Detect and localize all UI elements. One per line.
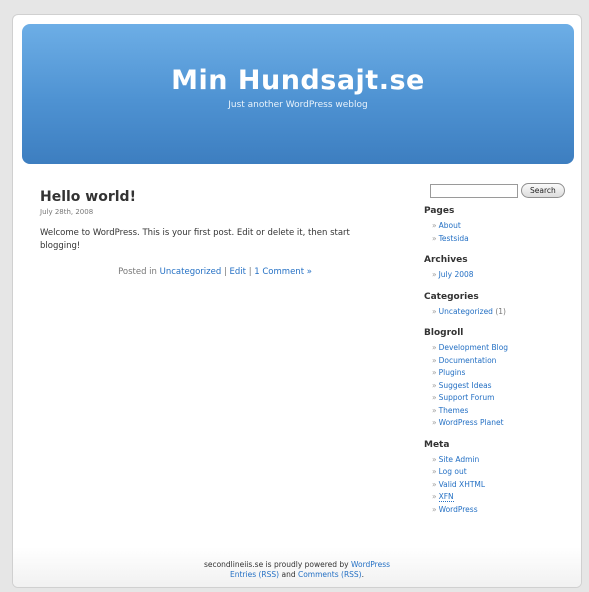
list-item: » Support Forum	[432, 392, 574, 405]
list-item: » Log out	[432, 466, 574, 479]
blog-description: Just another WordPress weblog	[228, 100, 368, 110]
list-item: » Valid XHTML	[432, 479, 574, 492]
bullet: »	[432, 355, 437, 365]
page-link-testsida[interactable]: Testsida	[439, 234, 469, 243]
footer-line-1: secondlineiis.se is proudly powered by W…	[13, 560, 581, 570]
blogroll-link-wordpress-planet[interactable]: WordPress Planet	[439, 418, 504, 427]
footer-line-2: Entries (RSS) and Comments (RSS).	[13, 570, 581, 580]
entries-rss-link[interactable]: Entries (RSS)	[230, 570, 279, 579]
pages-list: » About » Testsida	[424, 220, 574, 245]
category-link[interactable]: Uncategorized	[160, 267, 222, 277]
bullet: »	[432, 306, 437, 316]
archives-list: » July 2008	[424, 269, 574, 282]
post: Hello world! July 28th, 2008 Welcome to …	[40, 189, 390, 277]
archives-heading: Archives	[424, 255, 468, 265]
list-item: » About	[432, 220, 574, 233]
blogroll-link-development-blog[interactable]: Development Blog	[439, 343, 508, 352]
bullet: »	[432, 418, 437, 427]
blog-title[interactable]: Min Hundsajt.se	[22, 65, 574, 96]
page-link-about[interactable]: About	[439, 221, 461, 230]
bullet: »	[432, 492, 437, 501]
comments-link[interactable]: 1 Comment »	[254, 267, 312, 277]
main-content: Hello world! July 28th, 2008 Welcome to …	[40, 189, 390, 277]
blog-header: Min Hundsajt.se Just another WordPress w…	[22, 24, 574, 164]
bullet: »	[432, 270, 437, 279]
post-body: Welcome to WordPress. This is your first…	[40, 228, 350, 251]
page-container: Min Hundsajt.se Just another WordPress w…	[12, 14, 582, 588]
blogroll-link-plugins[interactable]: Plugins	[439, 368, 466, 377]
meta-link-xfn[interactable]: XFN	[438, 492, 454, 502]
bullet: »	[432, 393, 437, 402]
bullet: »	[432, 233, 437, 243]
meta-list: » Site Admin » Log out » Valid XHTML » XFN »…	[424, 454, 574, 517]
list-item: » July 2008	[432, 269, 574, 282]
bullet: »	[432, 454, 437, 464]
bullet: »	[432, 221, 437, 230]
comments-rss-link[interactable]: Comments (RSS)	[298, 570, 362, 579]
list-item: » XFN	[432, 491, 574, 504]
footer-wordpress-link[interactable]: WordPress	[351, 560, 390, 569]
list-item: » Development Blog	[432, 342, 574, 355]
post-title[interactable]: Hello world!	[40, 189, 390, 205]
meta-separator: |	[223, 267, 227, 277]
list-item: » Plugins	[432, 367, 574, 380]
meta-separator: |	[248, 267, 252, 277]
footer-text: secondlineiis.se is proudly powered by W…	[13, 560, 581, 580]
bullet: »	[432, 479, 437, 489]
blogroll-heading: Blogroll	[424, 328, 464, 338]
list-item: » Documentation	[432, 355, 574, 368]
post-meta: Posted in Uncategorized | Edit | 1 Comme…	[40, 267, 390, 277]
bullet: »	[432, 405, 437, 415]
meta-link-wordpress[interactable]: WordPress	[439, 505, 478, 514]
bullet: »	[432, 504, 437, 514]
blogroll-link-suggest-ideas[interactable]: Suggest Ideas	[439, 381, 492, 390]
post-date: July 28th, 2008	[40, 208, 94, 216]
pages-heading: Pages	[424, 206, 455, 216]
footer-and-text: and	[281, 570, 296, 579]
list-item: » Themes	[432, 405, 574, 418]
bullet: »	[432, 467, 437, 476]
list-item: » Uncategorized (1)	[432, 306, 574, 319]
category-link-uncategorized[interactable]: Uncategorized	[439, 307, 493, 316]
meta-link-site-admin[interactable]: Site Admin	[439, 455, 480, 464]
posted-in-label: Posted in	[118, 267, 157, 277]
edit-link[interactable]: Edit	[230, 267, 246, 277]
meta-heading: Meta	[424, 439, 450, 450]
blogroll-link-documentation[interactable]: Documentation	[439, 356, 497, 365]
bullet: »	[432, 343, 437, 352]
footer-powered-text: secondlineiis.se is proudly powered by	[203, 560, 349, 569]
blogroll-link-themes[interactable]: Themes	[439, 406, 469, 415]
search-button[interactable]: Search	[521, 183, 565, 198]
footer-period: .	[361, 570, 364, 579]
blogroll-link-support-forum[interactable]: Support Forum	[439, 393, 495, 402]
categories-list: » Uncategorized (1)	[424, 306, 574, 319]
archive-link-july-2008[interactable]: July 2008	[439, 270, 474, 279]
list-item: » WordPress Planet	[432, 417, 574, 430]
meta-link-log-out[interactable]: Log out	[439, 467, 467, 476]
bullet: »	[432, 368, 437, 377]
list-item: » WordPress	[432, 504, 574, 517]
meta-link-valid-xhtml[interactable]: Valid XHTML	[439, 480, 485, 489]
search-form: Search	[430, 183, 574, 198]
category-count: (1)	[495, 306, 506, 316]
sidebar: Search Pages » About » Testsida Archives »…	[424, 183, 574, 516]
bullet: »	[432, 380, 437, 390]
list-item: » Testsida	[432, 233, 574, 246]
search-input[interactable]	[430, 183, 518, 198]
blogroll-list: » Development Blog » Documentation » Plugin…	[424, 342, 574, 430]
categories-heading: Categories	[424, 291, 479, 302]
footer: secondlineiis.se is proudly powered by W…	[13, 547, 581, 587]
list-item: » Site Admin	[432, 454, 574, 467]
list-item: » Suggest Ideas	[432, 380, 574, 393]
